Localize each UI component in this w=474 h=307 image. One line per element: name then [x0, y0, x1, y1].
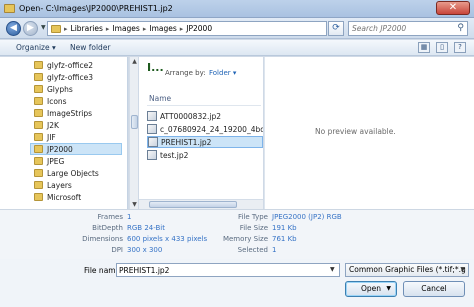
- scroll-down-icon[interactable]: ▼: [130, 200, 139, 209]
- folder-icon: [34, 85, 43, 93]
- tree-item[interactable]: Layers: [34, 179, 72, 191]
- file-row[interactable]: test.jp2: [147, 149, 263, 161]
- back-button[interactable]: ◀: [6, 21, 21, 36]
- detail-value-selected: 1: [272, 246, 277, 254]
- scroll-thumb[interactable]: [131, 115, 138, 129]
- file-name-input[interactable]: [116, 263, 340, 277]
- scroll-up-icon[interactable]: ▲: [130, 57, 139, 66]
- organize-button[interactable]: Organize ▾: [16, 43, 56, 52]
- breadcrumb-libraries[interactable]: Libraries: [71, 24, 103, 33]
- help-icon[interactable]: ?: [454, 42, 466, 53]
- folder-icon: [34, 97, 43, 105]
- detail-value-frames: 1: [127, 213, 132, 221]
- image-file-icon: [148, 137, 158, 147]
- search-box[interactable]: ⚲: [348, 21, 468, 36]
- folder-icon: [34, 193, 43, 201]
- detail-value-filesize: 191 Kb: [272, 224, 297, 232]
- chevron-down-icon: ▼: [460, 266, 465, 273]
- folder-icon: [34, 157, 43, 165]
- folder-icon: [34, 121, 43, 129]
- file-row[interactable]: c_07680924_24_19200_4bd_2011: [147, 123, 263, 135]
- tree-item[interactable]: J2K: [34, 119, 59, 131]
- open-options-chevron-icon[interactable]: ▼: [386, 282, 391, 296]
- search-icon[interactable]: ⚲: [457, 23, 464, 33]
- tree-item[interactable]: Large Objects: [34, 167, 99, 179]
- tree-item[interactable]: JIF: [34, 131, 56, 143]
- folder-icon: [51, 24, 61, 33]
- detail-value-dimensions: 600 pixels x 433 pixels: [127, 235, 208, 243]
- address-bar: ◀ ▶ ▼ ▸ Libraries ▸ Images ▸ Images ▸ JP…: [0, 18, 474, 39]
- detail-label-frames: Frames: [97, 213, 123, 221]
- dialog-footer: File name: ▼ Common Graphic Files (*.tif…: [0, 259, 474, 307]
- details-panel: Frames 1 BitDepth RGB 24-Bit Dimensions …: [0, 209, 474, 259]
- folder-icon: [34, 133, 43, 141]
- file-row-selected[interactable]: PREHIST1.jp2: [147, 136, 263, 148]
- image-file-icon: [147, 124, 157, 134]
- tree-item-selected[interactable]: JP2000: [30, 143, 122, 155]
- preview-pane-icon[interactable]: ▯: [436, 42, 448, 53]
- folder-icon: [34, 109, 43, 117]
- tree-item[interactable]: ImageStrips: [34, 107, 92, 119]
- detail-label-bitdepth: BitDepth: [92, 224, 123, 232]
- navigation-scrollbar[interactable]: ▲ ▼: [129, 57, 138, 209]
- file-list-pane[interactable]: I... Arrange by: Folder ▾ Name ATT000083…: [139, 57, 263, 209]
- refresh-button[interactable]: ⟳: [328, 21, 344, 36]
- breadcrumb[interactable]: ▸ Libraries ▸ Images ▸ Images ▸ JP2000: [47, 21, 327, 36]
- navigation-pane[interactable]: glyfz-office2 glyfz-office3 Glyphs Icons…: [0, 57, 128, 209]
- arrange-by-dropdown[interactable]: Folder ▾: [209, 69, 236, 77]
- tree-item[interactable]: Icons: [34, 95, 67, 107]
- detail-label-memorysize: Memory Size: [222, 235, 268, 243]
- library-heading: I...: [147, 61, 164, 74]
- file-type-filter[interactable]: Common Graphic Files (*.tif;*.g ▼: [345, 263, 469, 277]
- folder-icon: [34, 181, 43, 189]
- window-title: Open- C:\Images\JP2000\PREHIST1.jp2: [19, 4, 173, 13]
- tree-item[interactable]: glyfz-office2: [34, 59, 93, 71]
- folder-icon: [34, 169, 43, 177]
- detail-label-dimensions: Dimensions: [82, 235, 123, 243]
- image-file-icon: [147, 111, 157, 121]
- folder-icon: [34, 61, 43, 69]
- preview-message: No preview available.: [315, 127, 396, 136]
- new-folder-button[interactable]: New folder: [70, 43, 111, 52]
- folder-icon: [34, 73, 43, 81]
- detail-value-dpi: 300 x 300: [127, 246, 163, 254]
- tree-item[interactable]: Microsoft: [34, 191, 81, 203]
- detail-label-dpi: DPI: [111, 246, 123, 254]
- detail-value-filetype: JPEG2000 (JP2) RGB: [272, 213, 342, 221]
- breadcrumb-jp2000[interactable]: JP2000: [186, 24, 212, 33]
- view-options-icon[interactable]: ▦: [418, 42, 430, 53]
- tree-item[interactable]: Glyphs: [34, 83, 73, 95]
- cancel-button[interactable]: Cancel: [403, 281, 465, 297]
- detail-label-filesize: File Size: [239, 224, 268, 232]
- tree-item[interactable]: glyfz-office3: [34, 71, 93, 83]
- detail-value-bitdepth: RGB 24-Bit: [127, 224, 165, 232]
- search-input[interactable]: [349, 22, 453, 35]
- breadcrumb-images[interactable]: Images: [112, 24, 139, 33]
- breadcrumb-images-sub[interactable]: Images: [149, 24, 176, 33]
- title-bar: Open- C:\Images\JP2000\PREHIST1.jp2 ✕: [0, 0, 474, 18]
- file-list-hscrollbar[interactable]: [139, 199, 263, 209]
- close-button[interactable]: ✕: [436, 1, 470, 15]
- detail-label-selected: Selected: [237, 246, 268, 254]
- recent-pages-chevron-icon[interactable]: ▼: [41, 24, 46, 31]
- detail-value-memorysize: 761 Kb: [272, 235, 297, 243]
- arrange-by-label: Arrange by:: [165, 69, 206, 77]
- column-divider: [147, 105, 261, 106]
- folder-app-icon: [4, 4, 15, 13]
- name-column-header[interactable]: Name: [149, 94, 171, 103]
- hscroll-thumb[interactable]: [149, 201, 237, 208]
- folder-icon: [34, 145, 43, 153]
- file-row[interactable]: ATT0000832.jp2: [147, 110, 263, 122]
- detail-label-filetype: File Type: [237, 213, 268, 221]
- toolbar: Organize ▾ New folder ▦ ▯ ?: [0, 40, 474, 56]
- open-button[interactable]: Open ▼: [345, 281, 397, 297]
- tree-item[interactable]: JPEG: [34, 155, 64, 167]
- image-file-icon: [147, 150, 157, 160]
- forward-button[interactable]: ▶: [23, 21, 38, 36]
- file-name-dropdown-icon[interactable]: ▼: [330, 266, 335, 273]
- preview-pane: No preview available.: [264, 57, 474, 209]
